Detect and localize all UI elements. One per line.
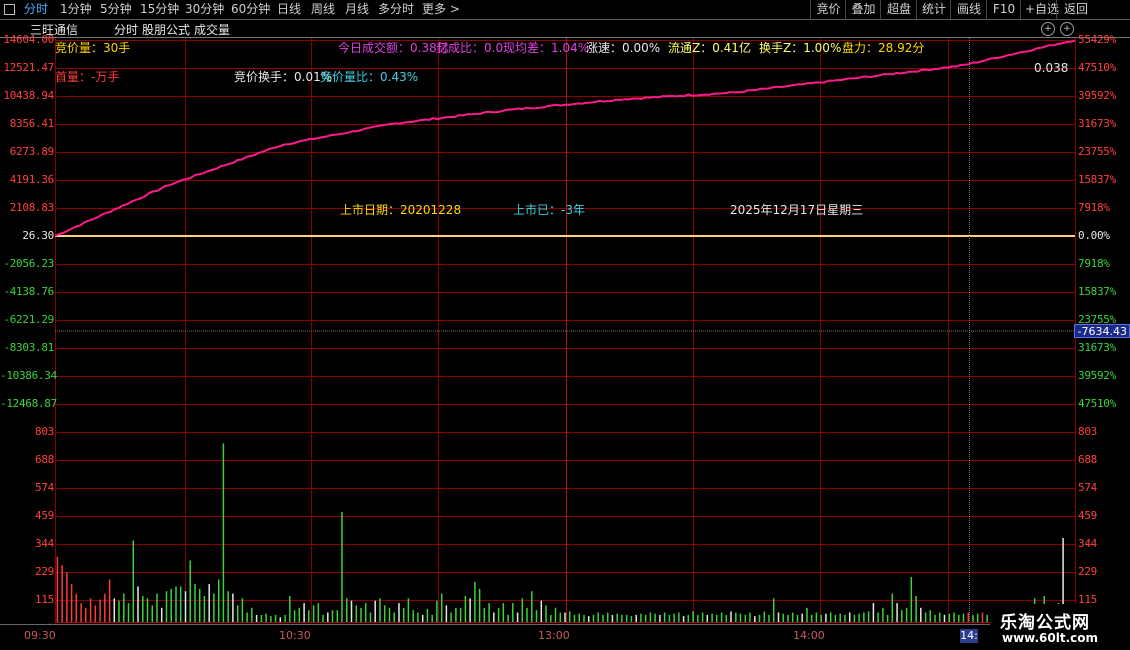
pct-tick: 47510% [1078, 397, 1116, 410]
first-volume: 首量：-万手 [55, 70, 120, 84]
cursor-value-label: -7634.43 [1074, 324, 1130, 338]
corner-value: 0.038 [1034, 61, 1069, 75]
price-tick: 10438.94 [3, 89, 54, 102]
price-tick: 4191.36 [9, 173, 55, 186]
pct-tick: 31673% [1078, 117, 1116, 130]
price-tick: -2056.23 [3, 257, 54, 270]
time-tick: 14:00 [793, 629, 825, 642]
price-tick: 2108.83 [9, 201, 55, 214]
pan-li: 盘力：28.92分 [842, 41, 925, 55]
pct-tick: 7918% [1078, 257, 1110, 270]
volume-tick: 803 [35, 425, 54, 438]
price-tick: -4138.76 [3, 285, 54, 298]
pct-tick: 15837% [1078, 285, 1116, 298]
pct-tick: 39592% [1078, 369, 1116, 382]
separator [0, 37, 1130, 38]
auction-volume-ratio: 竞价量比：0.43% [320, 70, 419, 84]
pct-tick: 55429% [1078, 33, 1116, 46]
avg-diff: 现均差：1.04% [503, 41, 590, 55]
pct-tick: 15837% [1078, 173, 1116, 186]
time-tick: 10:30 [279, 629, 311, 642]
logo-line2: www.60lt.com [1002, 631, 1099, 645]
pct-tick: 7918% [1078, 201, 1110, 214]
seal-ratio: 封成比：0.0 [436, 41, 504, 55]
price-tick: 14604.00 [3, 33, 54, 46]
list-date: 上市日期：20201228 [340, 203, 462, 217]
time-tick: 09:30 [24, 629, 56, 642]
volume-tick: 229 [1078, 565, 1097, 578]
price-tick: 6273.89 [9, 145, 55, 158]
pct-tick: 47510% [1078, 61, 1116, 74]
date-text: 2025年12月17日星期三 [730, 203, 864, 217]
pct-base-tick: 0.00% [1078, 229, 1110, 242]
price-tick: -12468.87 [0, 397, 57, 410]
separator [0, 624, 1130, 625]
price-tick: -10386.34 [0, 369, 57, 382]
float-cap: 流通Z：0.41亿 [668, 41, 751, 55]
auction-volume: 竞价量：30手 [55, 41, 131, 55]
auction-turnover: 竞价换手：0.01% [234, 70, 333, 84]
today-turnover: 今日成交额：0.38亿 [338, 41, 449, 55]
cursor-time-label: 14: [960, 629, 978, 643]
price-tick: -6221.29 [3, 313, 54, 326]
price-tick: -8303.81 [3, 341, 54, 354]
price-tick: 8356.41 [9, 117, 55, 130]
turnover-rate: 换手Z：1.00% [759, 41, 842, 55]
volume-tick: 459 [35, 509, 54, 522]
volume-tick: 803 [1078, 425, 1097, 438]
volume-tick: 344 [35, 537, 54, 550]
listed-years: 上市已：-3年 [513, 203, 585, 217]
volume-tick: 229 [35, 565, 54, 578]
pct-tick: 23755% [1078, 145, 1116, 158]
watermark-logo: 乐淘公式网 www.60lt.com [990, 604, 1130, 650]
rise-speed: 涨速：0.00% [586, 41, 661, 55]
intraday-chart[interactable] [0, 0, 1130, 650]
volume-tick: 574 [35, 481, 54, 494]
logo-line1: 乐淘公式网 [1000, 613, 1090, 633]
price-base-tick: 26.30 [22, 229, 54, 242]
volume-tick: 574 [1078, 481, 1097, 494]
volume-tick: 344 [1078, 537, 1097, 550]
volume-tick: 459 [1078, 509, 1097, 522]
volume-tick: 688 [35, 453, 54, 466]
volume-tick: 688 [1078, 453, 1097, 466]
price-tick: 12521.47 [3, 61, 54, 74]
volume-tick: 115 [35, 593, 54, 606]
pct-tick: 39592% [1078, 89, 1116, 102]
pct-tick: 31673% [1078, 341, 1116, 354]
time-tick: 13:00 [538, 629, 570, 642]
